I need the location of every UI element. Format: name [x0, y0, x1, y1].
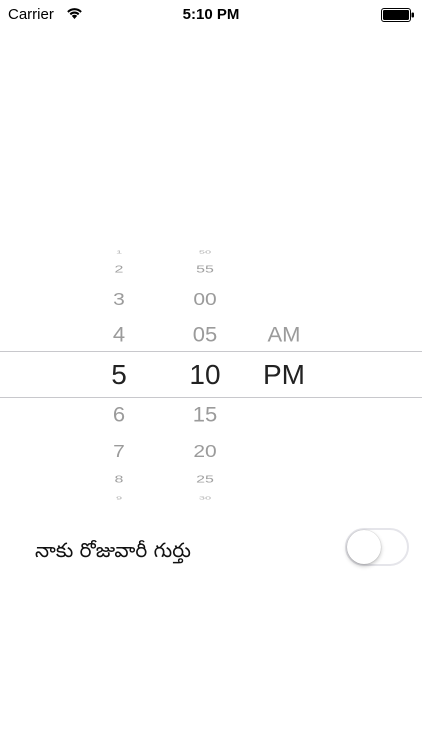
picker-row[interactable]: 25	[165, 475, 245, 485]
picker-row[interactable]: 30	[165, 495, 245, 501]
picker-row[interactable]: 9	[79, 495, 159, 501]
battery-fill	[383, 10, 409, 20]
picker-row[interactable]: 1	[79, 249, 159, 255]
toggle-knob	[347, 530, 381, 564]
picker-row[interactable]: 7	[79, 442, 159, 460]
picker-row[interactable]: 6	[79, 404, 159, 426]
app-screen: Carrier 5:10 PM 1 2 3 4 5 6 7 8 9 50 55 00 05 10 15 20…	[0, 0, 422, 750]
status-bar: Carrier 5:10 PM	[0, 0, 422, 30]
picker-row[interactable]: 2	[79, 265, 159, 275]
battery-icon	[381, 8, 414, 22]
picker-row[interactable]: 00	[165, 290, 245, 308]
picker-row[interactable]: 15	[165, 404, 245, 426]
picker-row[interactable]: AM	[244, 324, 324, 346]
daily-reminder-toggle[interactable]	[345, 528, 409, 566]
picker-row[interactable]: 20	[165, 442, 245, 460]
minute-wheel[interactable]: 50 55 00 05 10 15 20 25 30	[165, 249, 245, 501]
daily-reminder-row: నాకు రోజువారీ గుర్తు	[0, 528, 422, 572]
picker-row[interactable]: 8	[79, 475, 159, 485]
daily-reminder-label: నాకు రోజువారీ గుర్తు	[35, 538, 191, 562]
picker-row[interactable]: 05	[165, 324, 245, 346]
picker-row-selected[interactable]: 5	[79, 361, 159, 389]
time-picker[interactable]: 1 2 3 4 5 6 7 8 9 50 55 00 05 10 15 20 25 30 AM PM	[0, 249, 422, 501]
picker-row-selected[interactable]: PM	[244, 361, 324, 389]
hour-wheel[interactable]: 1 2 3 4 5 6 7 8 9	[79, 249, 159, 501]
am-pm-wheel[interactable]: AM PM	[244, 250, 324, 500]
picker-row[interactable]: 3	[79, 290, 159, 308]
picker-row[interactable]: 50	[165, 249, 245, 255]
picker-row[interactable]: 4	[79, 324, 159, 346]
status-time: 5:10 PM	[182, 6, 240, 23]
picker-row-selected[interactable]: 10	[165, 361, 245, 389]
picker-row[interactable]: 55	[165, 265, 245, 275]
